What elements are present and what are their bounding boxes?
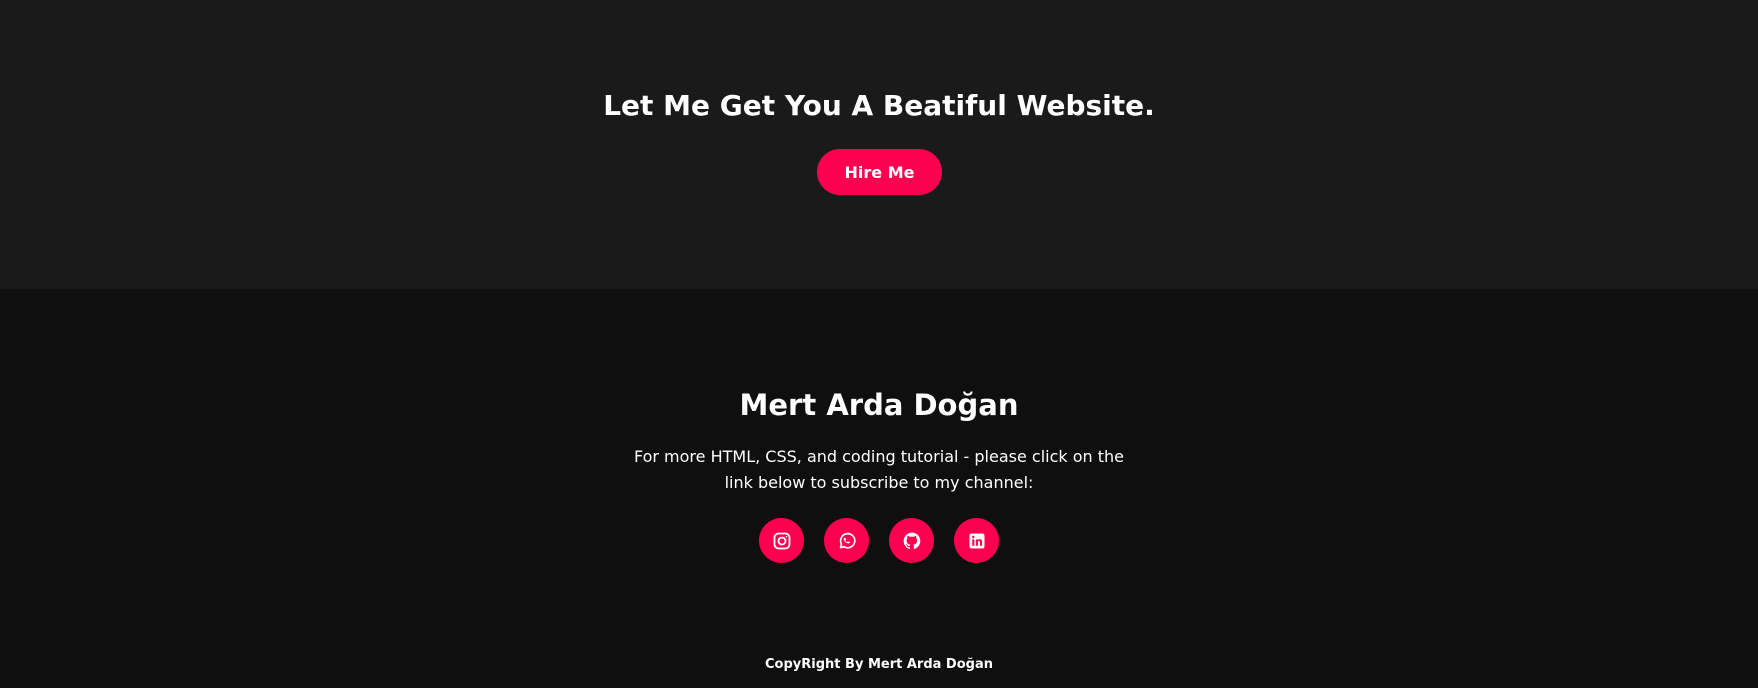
hire-title: Let Me Get You A Beatiful Website. xyxy=(603,89,1155,122)
instagram-link[interactable] xyxy=(759,518,804,563)
github-icon xyxy=(902,531,922,551)
social-links xyxy=(0,518,1758,563)
instagram-icon xyxy=(772,531,792,551)
linkedin-icon xyxy=(967,531,987,551)
whatsapp-icon xyxy=(837,531,857,551)
linkedin-link[interactable] xyxy=(954,518,999,563)
github-link[interactable] xyxy=(889,518,934,563)
whatsapp-link[interactable] xyxy=(824,518,869,563)
footer: Mert Arda Doğan For more HTML, CSS, and … xyxy=(0,289,1758,688)
footer-name: Mert Arda Doğan xyxy=(739,388,1019,422)
footer-description: For more HTML, CSS, and coding tutorial … xyxy=(633,447,1125,492)
hire-me-button[interactable]: Hire Me xyxy=(817,149,942,195)
copyright-text: CopyRight By Mert Arda Doğan xyxy=(765,657,993,672)
hire-section: Let Me Get You A Beatiful Website. Hire … xyxy=(0,0,1758,289)
